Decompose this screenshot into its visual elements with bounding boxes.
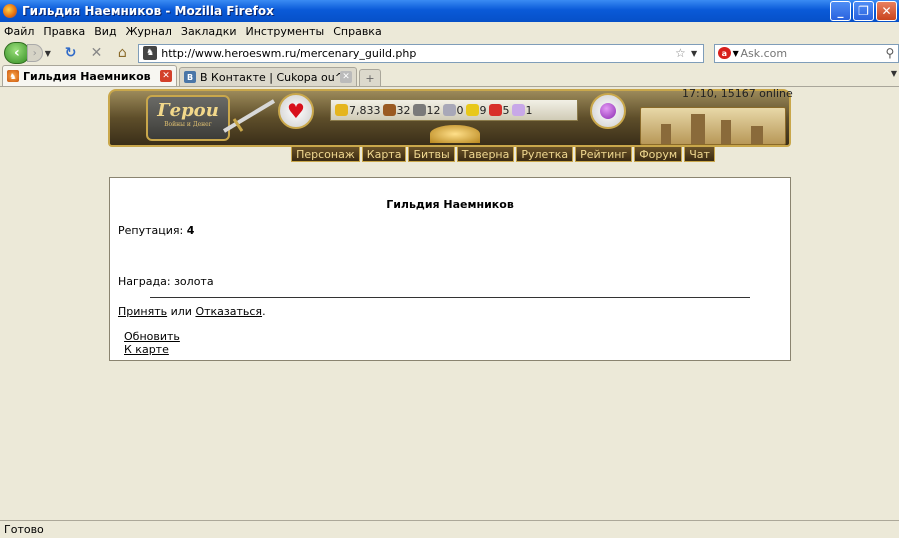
minimize-button[interactable]: _ <box>830 1 851 21</box>
reputation: Репутация: 4 <box>118 224 194 237</box>
crystal-icon <box>488 104 502 116</box>
resource-ore: 12 <box>412 104 441 117</box>
ore-icon <box>412 104 426 116</box>
menu-bar: Файл Правка Вид Журнал Закладки Инструме… <box>0 22 899 40</box>
mercenary-guild-panel: Гильдия Наемников Репутация: 4 Награда: … <box>109 177 791 361</box>
tab-label: Гильдия Наемников <box>23 69 151 83</box>
url-dropdown-icon[interactable]: ▼ <box>691 49 703 58</box>
close-button[interactable]: ✕ <box>876 1 897 21</box>
menu-tools[interactable]: Инструменты <box>246 25 325 38</box>
reputation-label: Репутация: <box>118 224 184 237</box>
tab-close-icon[interactable]: ✕ <box>340 71 352 83</box>
menu-file[interactable]: Файл <box>4 25 34 38</box>
quest-actions: Принять или Отказаться. <box>118 305 266 318</box>
maximize-button[interactable]: ❐ <box>853 1 874 21</box>
divider <box>150 297 750 298</box>
forward-button[interactable]: › <box>26 44 43 62</box>
online-counter: 17:10, 15167 online <box>682 87 793 100</box>
menu-view[interactable]: Вид <box>94 25 116 38</box>
window-title: Гильдия Наемников - Mozilla Firefox <box>22 4 274 18</box>
site-favicon-icon: ♞ <box>143 46 158 60</box>
decline-link[interactable]: Отказаться <box>195 305 262 318</box>
game-menu-tavern[interactable]: Таверна <box>456 146 515 162</box>
vk-favicon-icon: B <box>184 71 196 83</box>
game-menu-battles[interactable]: Битвы <box>408 146 455 162</box>
resources-bar: 7,833 32 12 0 9 5 1 <box>330 99 578 121</box>
castle-image <box>640 107 786 145</box>
reputation-value: 4 <box>186 224 195 237</box>
game-menu-character[interactable]: Персонаж <box>291 146 360 162</box>
navigation-toolbar: ‹ › ▼ ↻ ✕ ⌂ ♞ http://www.heroeswm.ru/mer… <box>0 40 899 66</box>
game-logo[interactable]: Герои Войны и Денег <box>146 95 230 141</box>
tab-close-icon[interactable]: ✕ <box>160 70 172 82</box>
reward: Награда: золота <box>118 275 214 288</box>
menu-help[interactable]: Справка <box>333 25 381 38</box>
history-dropdown-icon[interactable]: ▼ <box>45 49 55 58</box>
logo-subtitle: Войны и Денег <box>164 121 212 128</box>
game-menu-forum[interactable]: Форум <box>634 146 683 162</box>
gold-icon <box>335 104 348 116</box>
reward-label: Награда: <box>118 275 171 288</box>
mercury-icon <box>442 104 456 116</box>
refresh-link[interactable]: Обновить <box>124 330 180 343</box>
menu-bookmarks[interactable]: Закладки <box>181 25 237 38</box>
search-engine-dropdown-icon[interactable]: ▼ <box>733 49 741 58</box>
tab-bar: ♞ Гильдия Наемников ✕ B В Контакте | Cuk… <box>0 65 899 87</box>
ask-engine-icon[interactable]: a <box>718 47 731 59</box>
game-menu-map[interactable]: Карта <box>361 146 407 162</box>
game-menu-chat[interactable]: Чат <box>684 146 715 162</box>
game-menu: Персонаж Карта Битвы Таверна Рулетка Рей… <box>218 146 788 162</box>
logo-title: Герои <box>157 100 219 121</box>
url-bar[interactable]: ♞ http://www.heroeswm.ru/mercenary_guild… <box>138 43 705 63</box>
window-titlebar: Гильдия Наемников - Mozilla Firefox _ ❐ … <box>0 0 899 22</box>
gem-icon <box>511 104 525 116</box>
reload-icon[interactable]: ↻ <box>61 43 81 63</box>
period-text: . <box>262 305 266 318</box>
home-icon[interactable]: ⌂ <box>112 43 132 63</box>
to-map-link[interactable]: К карте <box>124 343 169 356</box>
menu-history[interactable]: Журнал <box>126 25 172 38</box>
reward-value: золота <box>174 275 214 288</box>
health-heart-icon: ♥ <box>278 93 314 129</box>
tab-favicon-icon: ♞ <box>7 70 19 82</box>
game-menu-rating[interactable]: Рейтинг <box>575 146 633 162</box>
tab-mercenary-guild[interactable]: ♞ Гильдия Наемников ✕ <box>2 65 177 86</box>
resource-gem: 1 <box>511 104 533 117</box>
bookmark-star-icon[interactable]: ☆ <box>675 46 691 60</box>
window-controls: _ ❐ ✕ <box>830 1 897 21</box>
accept-link[interactable]: Принять <box>118 305 167 318</box>
mana-orb <box>590 93 626 129</box>
menu-edit[interactable]: Правка <box>43 25 85 38</box>
firefox-icon <box>3 4 17 18</box>
back-button[interactable]: ‹ <box>4 42 30 64</box>
mana-icon <box>600 103 616 119</box>
ornament-icon <box>430 125 480 143</box>
status-bar: Готово <box>0 520 899 538</box>
panel-links: Обновить К карте <box>124 330 180 356</box>
tabs-list-dropdown-icon[interactable]: ▼ <box>891 69 897 78</box>
game-header: Герои Войны и Денег ♥ 7,833 32 12 0 9 5 … <box>108 87 793 163</box>
resource-wood: 32 <box>382 104 411 117</box>
game-menu-roulette[interactable]: Рулетка <box>516 146 574 162</box>
search-bar[interactable]: a ▼ ⚲ <box>714 43 899 63</box>
sulfur-icon <box>465 104 479 116</box>
tab-label: В Контакте | Cukopa ou^ He... <box>200 70 340 84</box>
resource-crystal: 5 <box>488 104 510 117</box>
resource-gold: 7,833 <box>335 104 381 117</box>
tab-vkontakte[interactable]: B В Контакте | Cukopa ou^ He... ✕ <box>179 67 357 86</box>
url-text[interactable]: http://www.heroeswm.ru/mercenary_guild.p… <box>161 47 675 60</box>
page-content: Герои Войны и Денег ♥ 7,833 32 12 0 9 5 … <box>0 87 899 520</box>
sword-icon <box>222 99 276 133</box>
or-text: или <box>170 305 192 318</box>
resource-sulfur: 9 <box>465 104 487 117</box>
search-icon[interactable]: ⚲ <box>885 46 898 60</box>
new-tab-button[interactable]: + <box>359 69 381 86</box>
status-text: Готово <box>4 523 44 536</box>
wood-icon <box>382 104 396 116</box>
search-input[interactable] <box>740 46 886 60</box>
resource-mercury: 0 <box>442 104 464 117</box>
page-title: Гильдия Наемников <box>386 198 514 211</box>
stop-icon[interactable]: ✕ <box>87 43 107 63</box>
